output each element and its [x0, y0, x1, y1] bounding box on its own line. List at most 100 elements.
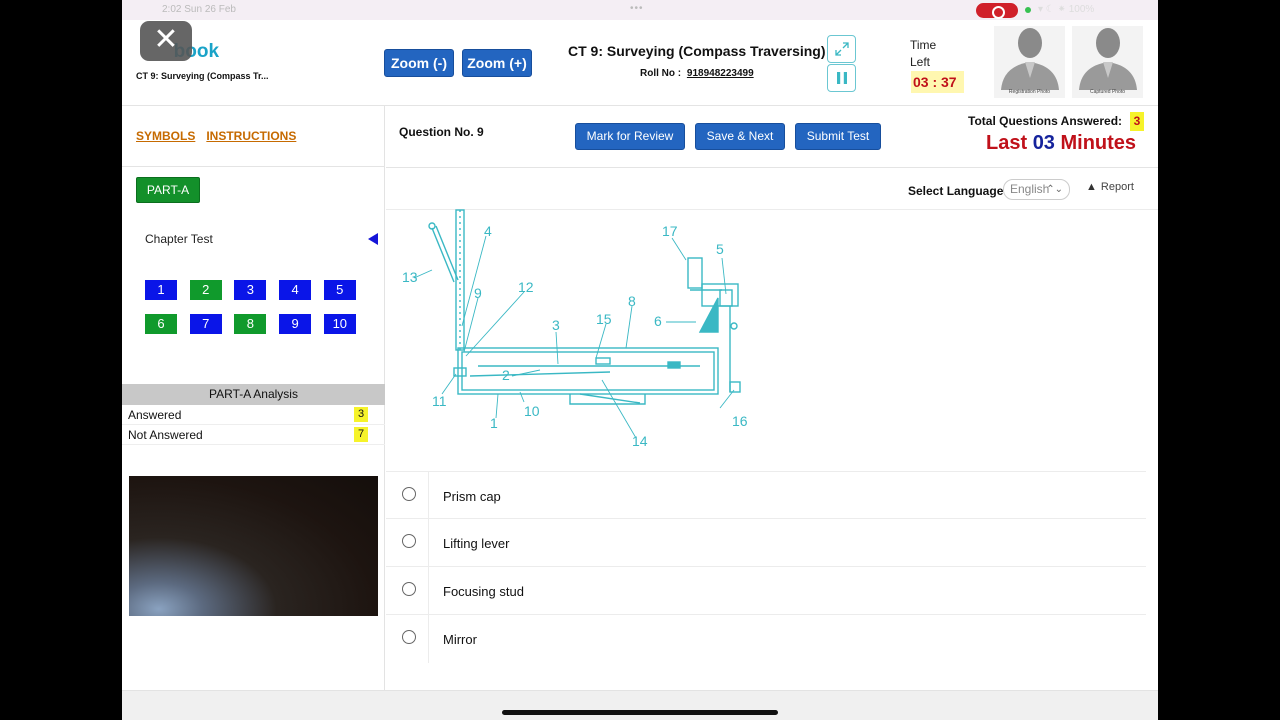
zoom-in-button[interactable]: Zoom (+)	[462, 49, 532, 77]
label-15: 15	[596, 311, 612, 327]
divider	[428, 615, 429, 663]
time-left-label: Time Left	[910, 38, 937, 69]
status-bar: 2:02 Sun 26 Feb ••• ▾ ☾ ⁕ 100%	[122, 0, 1158, 20]
registration-photo-caption: Registration Photo	[1008, 89, 1051, 95]
warning-icon: ▲	[1086, 181, 1097, 193]
select-language-label: Select Language	[908, 184, 1004, 198]
label-9: 9	[474, 285, 482, 301]
total-answered-count: 3	[1130, 112, 1144, 131]
zoom-out-button[interactable]: Zoom (-)	[384, 49, 454, 77]
registration-photo: Registration Photo	[994, 26, 1065, 98]
person-silhouette-icon	[1001, 28, 1059, 90]
label-6: 6	[654, 313, 662, 329]
last-prefix: Last	[986, 132, 1028, 154]
home-indicator[interactable]	[502, 710, 778, 715]
question-palette-button-8[interactable]: 8	[234, 314, 267, 334]
multitask-dots[interactable]: •••	[630, 3, 644, 14]
answered-label: Answered	[128, 408, 182, 422]
option-4[interactable]: Mirror	[386, 615, 1146, 663]
last-minutes-warning: Last 03 Minutes	[986, 132, 1136, 155]
option-2-radio[interactable]	[402, 534, 416, 548]
label-14: 14	[632, 433, 648, 449]
captured-photo-caption: Captured Photo	[1089, 89, 1126, 95]
exam-window: 2:02 Sun 26 Feb ••• ▾ ☾ ⁕ 100% Testbook …	[122, 0, 1158, 720]
leader-lines	[413, 235, 735, 439]
fullscreen-button[interactable]	[827, 35, 856, 63]
question-palette-button-10[interactable]: 10	[323, 314, 356, 334]
header: Testbook CT 9: Surveying (Compass Tr... …	[122, 20, 1158, 106]
question-palette-button-9[interactable]: 9	[279, 314, 312, 334]
question-palette-button-2[interactable]: 2	[189, 280, 222, 300]
roll-label: Roll No :	[640, 68, 682, 79]
question-palette-button-4[interactable]: 4	[279, 280, 312, 300]
test-subtitle: CT 9: Surveying (Compass Tr...	[136, 71, 269, 81]
close-button[interactable]: ✕	[140, 21, 192, 61]
mark-for-review-button[interactable]: Mark for Review	[575, 123, 685, 150]
option-4-text: Mirror	[443, 632, 477, 647]
captured-photo: Captured Photo	[1072, 26, 1143, 98]
divider	[122, 166, 385, 167]
label-5: 5	[716, 241, 724, 257]
updown-chevron-icon: ⌃⌄	[1046, 184, 1063, 195]
pause-icon	[837, 72, 847, 84]
pause-button[interactable]	[827, 64, 856, 92]
label-17: 17	[662, 223, 678, 239]
label-2: 2	[502, 367, 510, 383]
question-palette-panel: SYMBOLS INSTRUCTIONS PART-A Chapter Test …	[122, 106, 385, 696]
option-3-radio[interactable]	[402, 582, 416, 596]
roll-number: 918948223499	[686, 68, 754, 79]
save-next-button[interactable]: Save & Next	[695, 123, 785, 150]
bottom-bar	[122, 690, 1158, 720]
option-3[interactable]: Focusing stud	[386, 567, 1146, 615]
report-label: Report	[1100, 181, 1134, 193]
option-1-radio[interactable]	[402, 487, 416, 501]
webcam-preview	[129, 476, 378, 616]
question-palette-button-5[interactable]: 5	[323, 280, 356, 300]
label-4: 4	[484, 223, 492, 239]
chapter-label: Chapter Test	[145, 232, 213, 246]
option-2-text: Lifting lever	[443, 536, 510, 551]
language-select[interactable]: English ⌃⌄	[1003, 179, 1070, 200]
collapse-arrow-icon[interactable]	[368, 233, 378, 245]
label-12: 12	[518, 279, 534, 295]
question-palette-button-3[interactable]: 3	[234, 280, 267, 300]
question-number: Question No. 9	[399, 125, 484, 139]
analysis-not-answered-row: Not Answered 7	[122, 425, 385, 445]
analysis-answered-row: Answered 3	[122, 405, 385, 425]
submit-test-button[interactable]: Submit Test	[795, 123, 881, 150]
total-answered-label: Total Questions Answered:	[968, 114, 1123, 128]
status-time: 2:02 Sun 26 Feb	[162, 4, 236, 15]
person-silhouette-icon	[1079, 28, 1137, 90]
question-palette-button-7[interactable]: 7	[189, 314, 222, 334]
option-4-radio[interactable]	[402, 630, 416, 644]
symbols-link[interactable]: SYMBOLS	[136, 129, 195, 143]
instructions-link[interactable]: INSTRUCTIONS	[206, 129, 296, 143]
not-answered-count: 7	[354, 427, 368, 442]
report-button[interactable]: ▲ Report	[1086, 181, 1134, 193]
label-10: 10	[524, 403, 540, 419]
label-8: 8	[628, 293, 636, 309]
question-palette-button-1[interactable]: 1	[145, 280, 177, 300]
label-11: 11	[432, 393, 447, 409]
option-1[interactable]: Prism cap	[386, 471, 1146, 520]
diagram-labels: 1 2 3 4 5 6 8 9 10 11 12 13 14 15 16 17	[402, 223, 748, 449]
question-palette-button-6[interactable]: 6	[145, 314, 177, 334]
option-2[interactable]: Lifting lever	[386, 519, 1146, 567]
screen-record-icon[interactable]	[976, 3, 1018, 19]
expand-icon	[835, 42, 849, 56]
last-value: 03	[1032, 132, 1055, 154]
label-1: 1	[490, 415, 498, 431]
divider	[428, 567, 429, 615]
roll-number-line: Roll No : 918948223499	[640, 68, 754, 79]
language-row: Select Language English ⌃⌄ ▲ Report	[386, 168, 1158, 210]
status-indicators: ▾ ☾ ⁕ 100%	[1038, 4, 1095, 15]
question-diagram: 1 2 3 4 5 6 8 9 10 11 12 13 14 15 16 17	[402, 209, 748, 449]
divider	[428, 472, 429, 520]
not-answered-label: Not Answered	[128, 428, 203, 442]
label-13: 13	[402, 269, 418, 285]
part-a-button[interactable]: PART-A	[136, 177, 200, 203]
last-suffix: Minutes	[1060, 132, 1137, 154]
label-3: 3	[552, 317, 560, 333]
option-1-text: Prism cap	[443, 489, 501, 504]
analysis-title: PART-A Analysis	[122, 384, 385, 405]
